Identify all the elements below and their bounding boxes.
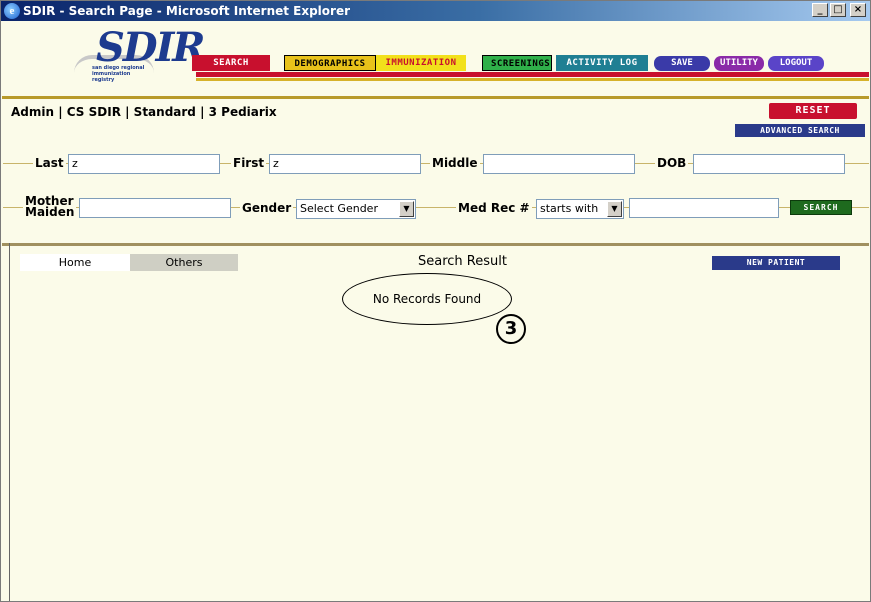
nav-immunization-tab[interactable]: IMMUNIZATION	[376, 55, 466, 71]
last-name-input[interactable]: z	[68, 154, 220, 174]
middle-name-label: Middle	[430, 156, 480, 170]
internet-explorer-icon: e	[4, 3, 20, 19]
tab-others[interactable]: Others	[130, 254, 238, 271]
last-name-label: Last	[33, 156, 66, 170]
nav-demographics-tab[interactable]: DEMOGRAPHICS	[284, 55, 376, 71]
nav-search-tab[interactable]: SEARCH	[192, 55, 270, 71]
main-nav: SEARCH DEMOGRAPHICS IMMUNIZATION SCREENI…	[192, 55, 824, 71]
search-button[interactable]: SEARCH	[790, 200, 852, 215]
med-rec-input[interactable]	[629, 198, 779, 218]
gender-select[interactable]: Select Gender ▼	[296, 199, 416, 219]
no-records-message: No Records Found	[342, 273, 512, 325]
med-rec-mode-select[interactable]: starts with ▼	[536, 199, 624, 219]
app-header: SDIR san diego regional immunization reg…	[2, 22, 869, 100]
dob-input[interactable]	[693, 154, 845, 174]
user-context: Admin | CS SDIR | Standard | 3 Pediarix	[11, 105, 277, 119]
mother-maiden-label: Mother Maiden	[23, 195, 77, 219]
new-patient-button[interactable]: NEW PATIENT	[712, 256, 840, 270]
utility-button[interactable]: UTILITY	[714, 55, 764, 71]
window-controls: _ □ ×	[812, 3, 866, 17]
search-result-title: Search Result	[418, 254, 507, 269]
dob-label: DOB	[655, 156, 689, 170]
mother-label-line2: Maiden	[25, 205, 75, 219]
nav-screenings-tab[interactable]: SCREENINGS	[482, 55, 552, 71]
maximize-button[interactable]: □	[830, 3, 846, 17]
sdir-logo: SDIR san diego regional immunization reg…	[74, 27, 206, 89]
logo-letters: SDIR	[96, 24, 206, 71]
results-left-border	[9, 243, 10, 601]
chevron-down-icon[interactable]: ▼	[399, 201, 414, 217]
advanced-search-button[interactable]: ADVANCED SEARCH	[735, 124, 865, 137]
mother-maiden-input[interactable]	[79, 198, 231, 218]
first-name-input[interactable]: z	[269, 154, 421, 174]
window-title: SDIR - Search Page - Microsoft Internet …	[23, 4, 351, 18]
gender-selected-value: Select Gender	[300, 202, 378, 215]
gender-label: Gender	[240, 201, 294, 215]
med-rec-mode-value: starts with	[540, 202, 599, 215]
title-bar: e SDIR - Search Page - Microsoft Interne…	[1, 1, 870, 21]
header-bottom-rule	[2, 96, 869, 99]
tab-home[interactable]: Home	[20, 254, 130, 271]
nav-activity-log-tab[interactable]: ACTIVITY LOG	[556, 55, 648, 71]
chevron-down-icon[interactable]: ▼	[607, 201, 622, 217]
logout-button[interactable]: LOGOUT	[768, 55, 824, 71]
header-divider-gold	[196, 78, 869, 81]
form-results-divider	[2, 243, 869, 246]
first-name-label: First	[231, 156, 267, 170]
callout-number-badge: 3	[496, 314, 526, 344]
middle-name-input[interactable]	[483, 154, 635, 174]
browser-window: e SDIR - Search Page - Microsoft Interne…	[0, 0, 871, 602]
minimize-button[interactable]: _	[812, 3, 828, 17]
logo-tagline: san diego regional immunization registry	[92, 65, 145, 83]
header-divider-red	[196, 72, 869, 77]
close-button[interactable]: ×	[850, 3, 866, 17]
med-rec-label: Med Rec #	[456, 201, 532, 215]
save-button[interactable]: SAVE	[654, 55, 710, 71]
reset-button[interactable]: RESET	[769, 103, 857, 119]
